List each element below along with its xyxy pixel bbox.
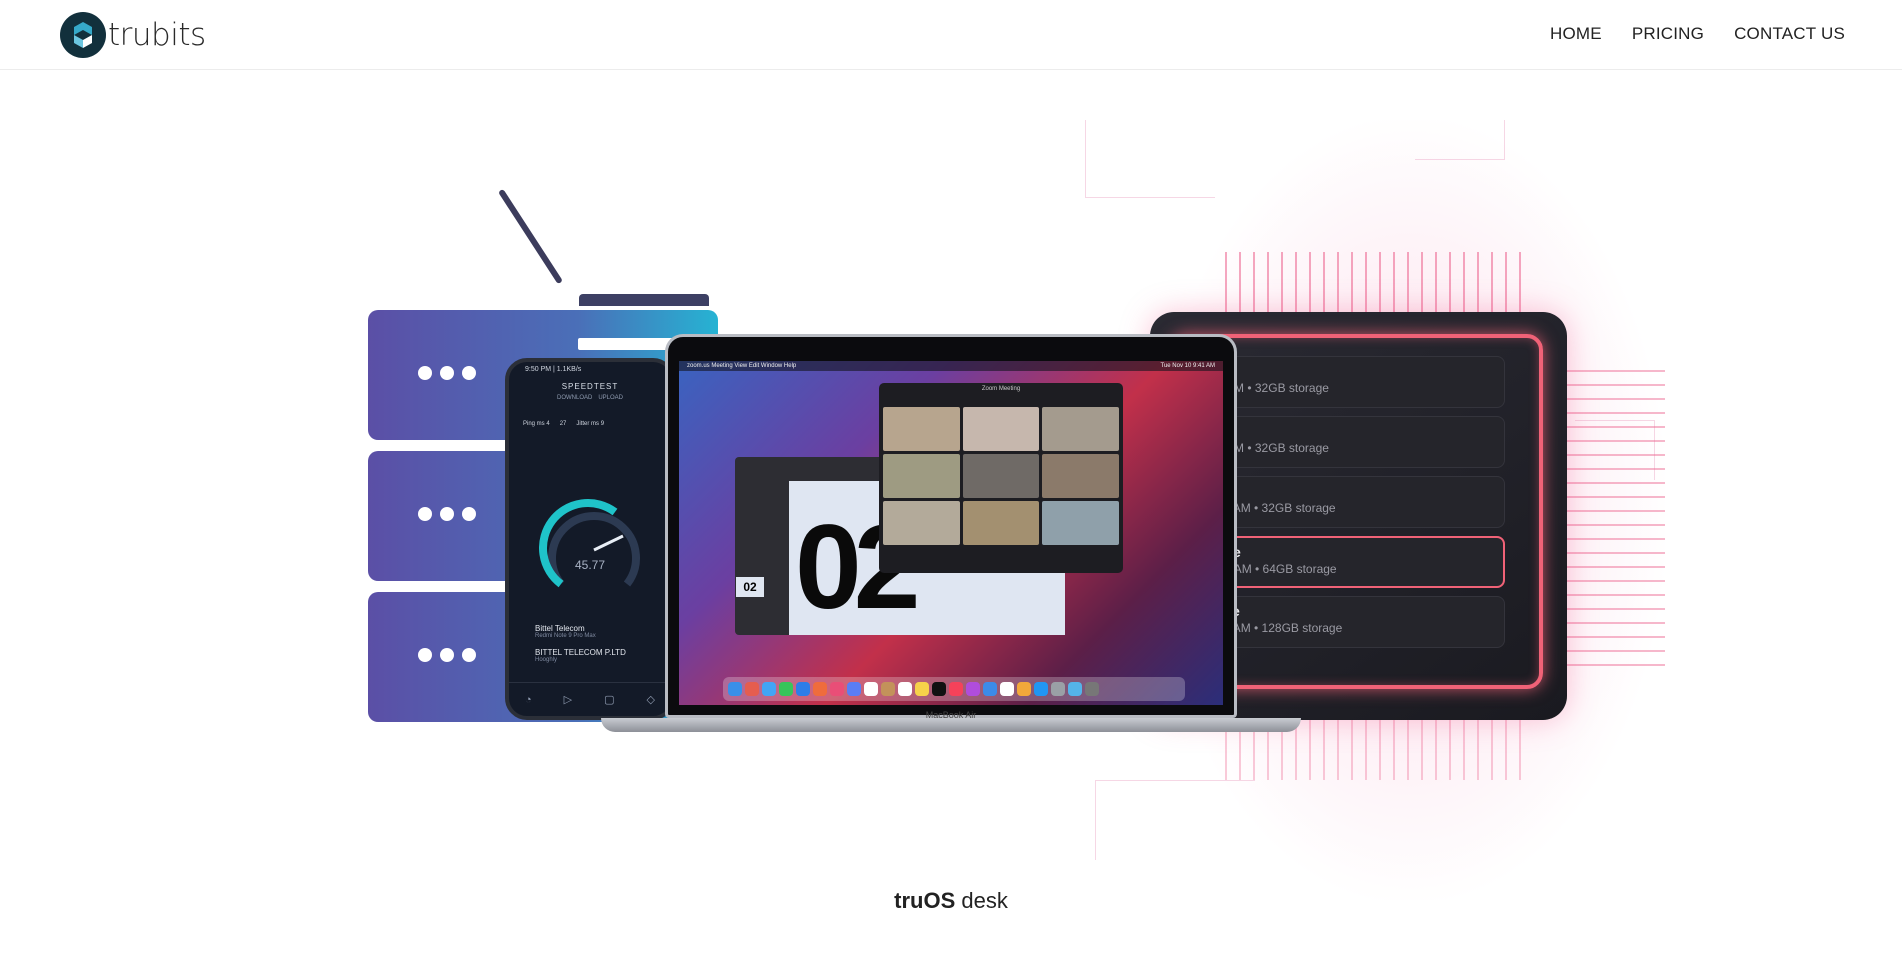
speed-value: 45.77 (574, 558, 606, 572)
laptop-screen: zoom.us Meeting View Edit Window Help Tu… (679, 361, 1223, 705)
video-tile (962, 407, 1040, 451)
isp-name: Bittel Telecom (535, 624, 585, 633)
metric-value: 27 (559, 421, 567, 427)
isp-name: BITTEL TELECOM P.LTD (535, 648, 626, 657)
router-antenna (498, 188, 563, 285)
caption-brand: truOS (894, 888, 956, 913)
video-tile (1042, 407, 1119, 451)
circuit-trace (1095, 780, 1255, 860)
brand-name: trubits (108, 17, 206, 53)
isp-entry: BITTEL TELECOM P.LTD Hooghly (535, 648, 626, 663)
isp-device: Redmi Note 9 Pro Max (535, 633, 596, 639)
speedtest-metrics: Ping ms 4 27 Jitter ms 9 (509, 421, 671, 427)
top-navbar: trubits HOME PRICING CONTACT US (0, 0, 1902, 70)
video-tile (883, 407, 960, 451)
server-leds (418, 507, 476, 521)
zoom-window: Zoom Meeting (879, 383, 1123, 573)
caption-product: desk (955, 888, 1008, 913)
speed-gauge-icon (539, 499, 640, 588)
video-tile (883, 501, 960, 545)
video-tile (1042, 501, 1119, 545)
circuit-trace (1415, 120, 1505, 160)
video-tile (962, 501, 1040, 545)
tab-download: DOWNLOAD (556, 395, 593, 401)
mac-dock (723, 677, 1185, 701)
speedtest-title: SPEEDTEST (561, 382, 619, 391)
tab-upload: UPLOAD (598, 395, 624, 401)
mac-menubar: zoom.us Meeting View Edit Window Help Tu… (679, 361, 1223, 371)
phone-status-bar: 9:50 PM | 1.1KB/s (525, 366, 582, 373)
router-top (579, 294, 709, 306)
brand-logo[interactable]: trubits (60, 12, 206, 58)
main-nav: HOME PRICING CONTACT US (1550, 24, 1845, 44)
isp-entry: Bittel Telecom Redmi Note 9 Pro Max (535, 624, 596, 639)
trubits-logo-icon (60, 12, 106, 58)
product-caption: truOS desk (0, 888, 1902, 914)
lock-tab-icon: ▢ (604, 694, 615, 706)
chip-pins-top (1225, 252, 1525, 312)
nav-pricing[interactable]: PRICING (1632, 24, 1704, 44)
play-tab-icon: ▷ (563, 694, 573, 706)
metric-jitter: Jitter ms 9 (576, 421, 605, 427)
laptop-base (601, 718, 1301, 732)
phone-speedtest: 9:50 PM | 1.1KB/s SPEEDTEST DOWNLOAD UPL… (505, 358, 675, 720)
menu-items: zoom.us Meeting View Edit Window Help (687, 363, 797, 369)
chip-pins-right (1565, 370, 1665, 670)
speedtest-tabs: DOWNLOAD UPLOAD (509, 395, 671, 401)
speed-tab-icon: ◔ (525, 693, 532, 706)
video-tile (1042, 454, 1119, 498)
isp-location: Hooghly (535, 657, 558, 663)
nav-home[interactable]: HOME (1550, 24, 1602, 44)
video-grid (883, 407, 1119, 545)
nav-contact-us[interactable]: CONTACT US (1734, 24, 1845, 44)
video-tile (962, 454, 1040, 498)
laptop: zoom.us Meeting View Edit Window Help Tu… (665, 334, 1237, 718)
server-leds (418, 366, 476, 380)
server-leds (418, 648, 476, 662)
slide-thumbnail: 02 (736, 577, 764, 597)
menubar-clock: Tue Nov 10 9:41 AM (1160, 363, 1215, 369)
video-tile (883, 454, 960, 498)
zoom-title: Zoom Meeting (981, 386, 1021, 392)
metric-ping: Ping ms 4 (523, 421, 550, 427)
circuit-trace (1085, 120, 1215, 198)
hero-illustration: 2-core 4GB RAM • 32GB storage 4-core 8GB… (365, 120, 1671, 900)
shield-tab-icon: ◇ (646, 694, 655, 706)
laptop-model-label: MacBook Air (925, 710, 977, 720)
